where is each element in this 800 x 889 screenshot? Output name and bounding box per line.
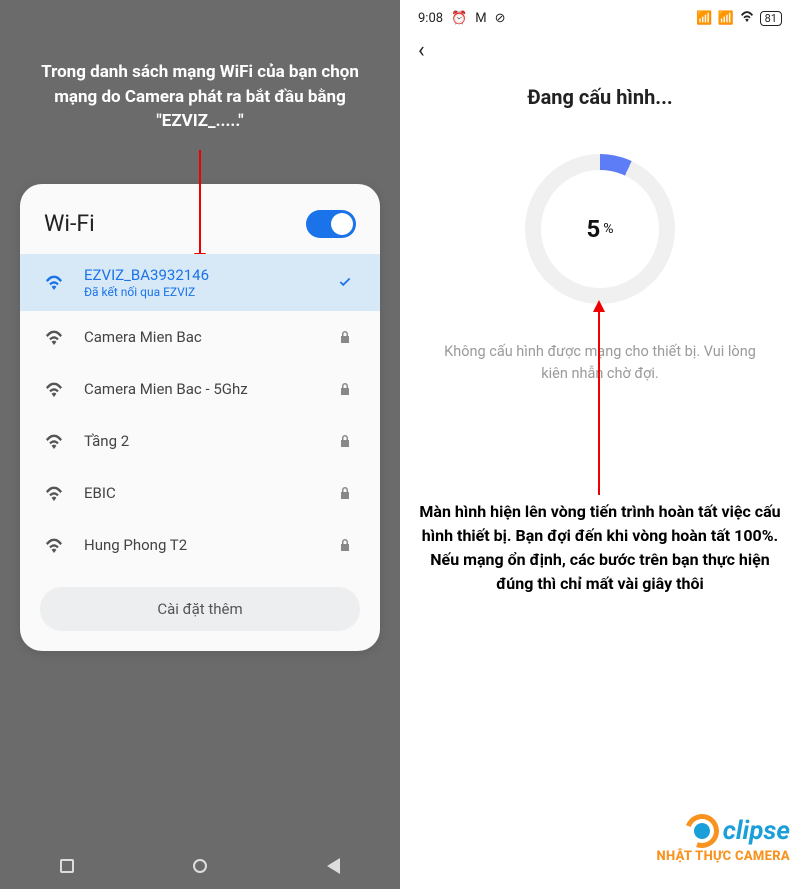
wifi-signal-icon [38,537,70,553]
lock-icon [332,538,358,552]
wifi-card: Wi-Fi EZVIZ_BA3932146 Đã kết nối qua EZV… [20,184,380,651]
instruction-right: Màn hình hiện lên vòng tiến trình hoàn t… [415,500,785,596]
wifi-item[interactable]: Camera Mien Bac [20,311,380,363]
wifi-item[interactable]: Camera Mien Bac - 5Ghz [20,363,380,415]
nav-recents-icon[interactable] [60,859,74,873]
wifi-signal-icon [38,329,70,345]
lock-icon [332,330,358,344]
back-button[interactable]: ‹ [418,38,425,63]
check-badge-icon: ⊘ [495,11,506,26]
progress-ring: 5 % [520,149,680,309]
alarm-icon: ⏰ [451,11,467,26]
logo-brand-text: clipse [723,818,790,844]
android-nav-bar [0,843,400,889]
wifi-name: EBIC [84,484,332,502]
status-bar: 9:08 ⏰ M ⊘ 📶 📶 81 [400,0,800,30]
wifi-name: Camera Mien Bac [84,328,332,346]
status-time: 9:08 [418,11,443,26]
wifi-toggle[interactable] [306,210,356,238]
wifi-item[interactable]: EBIC [20,467,380,519]
config-title: Đang cấu hình... [400,85,800,109]
signal-icon: 📶 [696,11,712,26]
nav-home-icon[interactable] [193,859,207,873]
signal-icon: 📶 [717,11,733,26]
wifi-status-icon [739,10,755,26]
wifi-signal-icon [38,381,70,397]
wifi-signal-icon [38,274,70,290]
logo-subtext: NHẬT THỰC CAMERA [657,850,790,863]
logo-mark-icon [679,808,724,853]
wifi-item[interactable]: Tầng 2 [20,415,380,467]
wifi-list: EZVIZ_BA3932146 Đã kết nối qua EZVIZ Cam… [20,254,380,571]
left-panel: Trong danh sách mạng WiFi của bạn chọn m… [0,0,400,889]
wifi-name: Tầng 2 [84,432,332,450]
battery-icon: 81 [760,11,782,26]
wifi-name: Hung Phong T2 [84,536,332,554]
progress-unit: % [603,221,613,237]
lock-icon [332,486,358,500]
wifi-signal-icon [38,433,70,449]
wifi-subtext: Đã kết nối qua EZVIZ [84,285,332,299]
arrow-down-annotation [197,150,203,265]
lock-icon [332,434,358,448]
mail-icon: M [475,11,486,26]
arrow-up-annotation [596,300,602,495]
wifi-item-ezviz[interactable]: EZVIZ_BA3932146 Đã kết nối qua EZVIZ [20,254,380,311]
wifi-name: Camera Mien Bac - 5Ghz [84,380,332,398]
check-icon [332,275,358,289]
nav-back-icon[interactable] [327,858,340,874]
wifi-item[interactable]: Hung Phong T2 [20,519,380,571]
progress-value: 5 [586,215,600,243]
more-settings-button[interactable]: Cài đặt thêm [40,587,360,631]
wifi-name: EZVIZ_BA3932146 [84,266,332,284]
lock-icon [332,382,358,396]
wifi-title: Wi-Fi [44,210,95,237]
wifi-signal-icon [38,485,70,501]
brand-logo: clipse NHẬT THỰC CAMERA [657,814,790,863]
instruction-left: Trong danh sách mạng WiFi của bạn chọn m… [0,0,400,144]
